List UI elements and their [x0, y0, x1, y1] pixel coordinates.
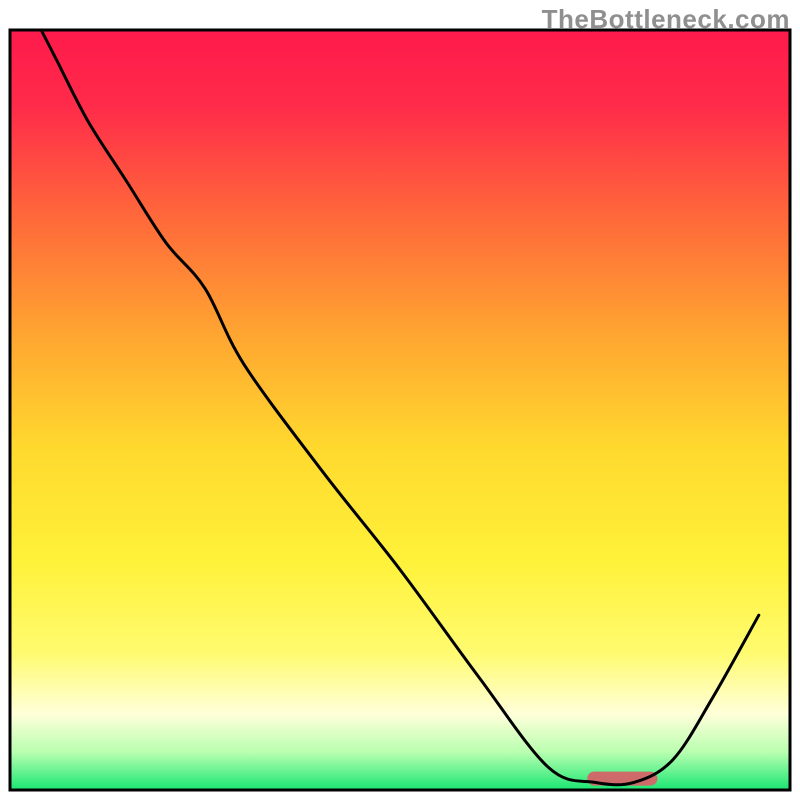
- gradient-background: [10, 30, 790, 790]
- bottleneck-chart: [0, 0, 800, 800]
- chart-container: { "watermark": "TheBottleneck.com", "cha…: [0, 0, 800, 800]
